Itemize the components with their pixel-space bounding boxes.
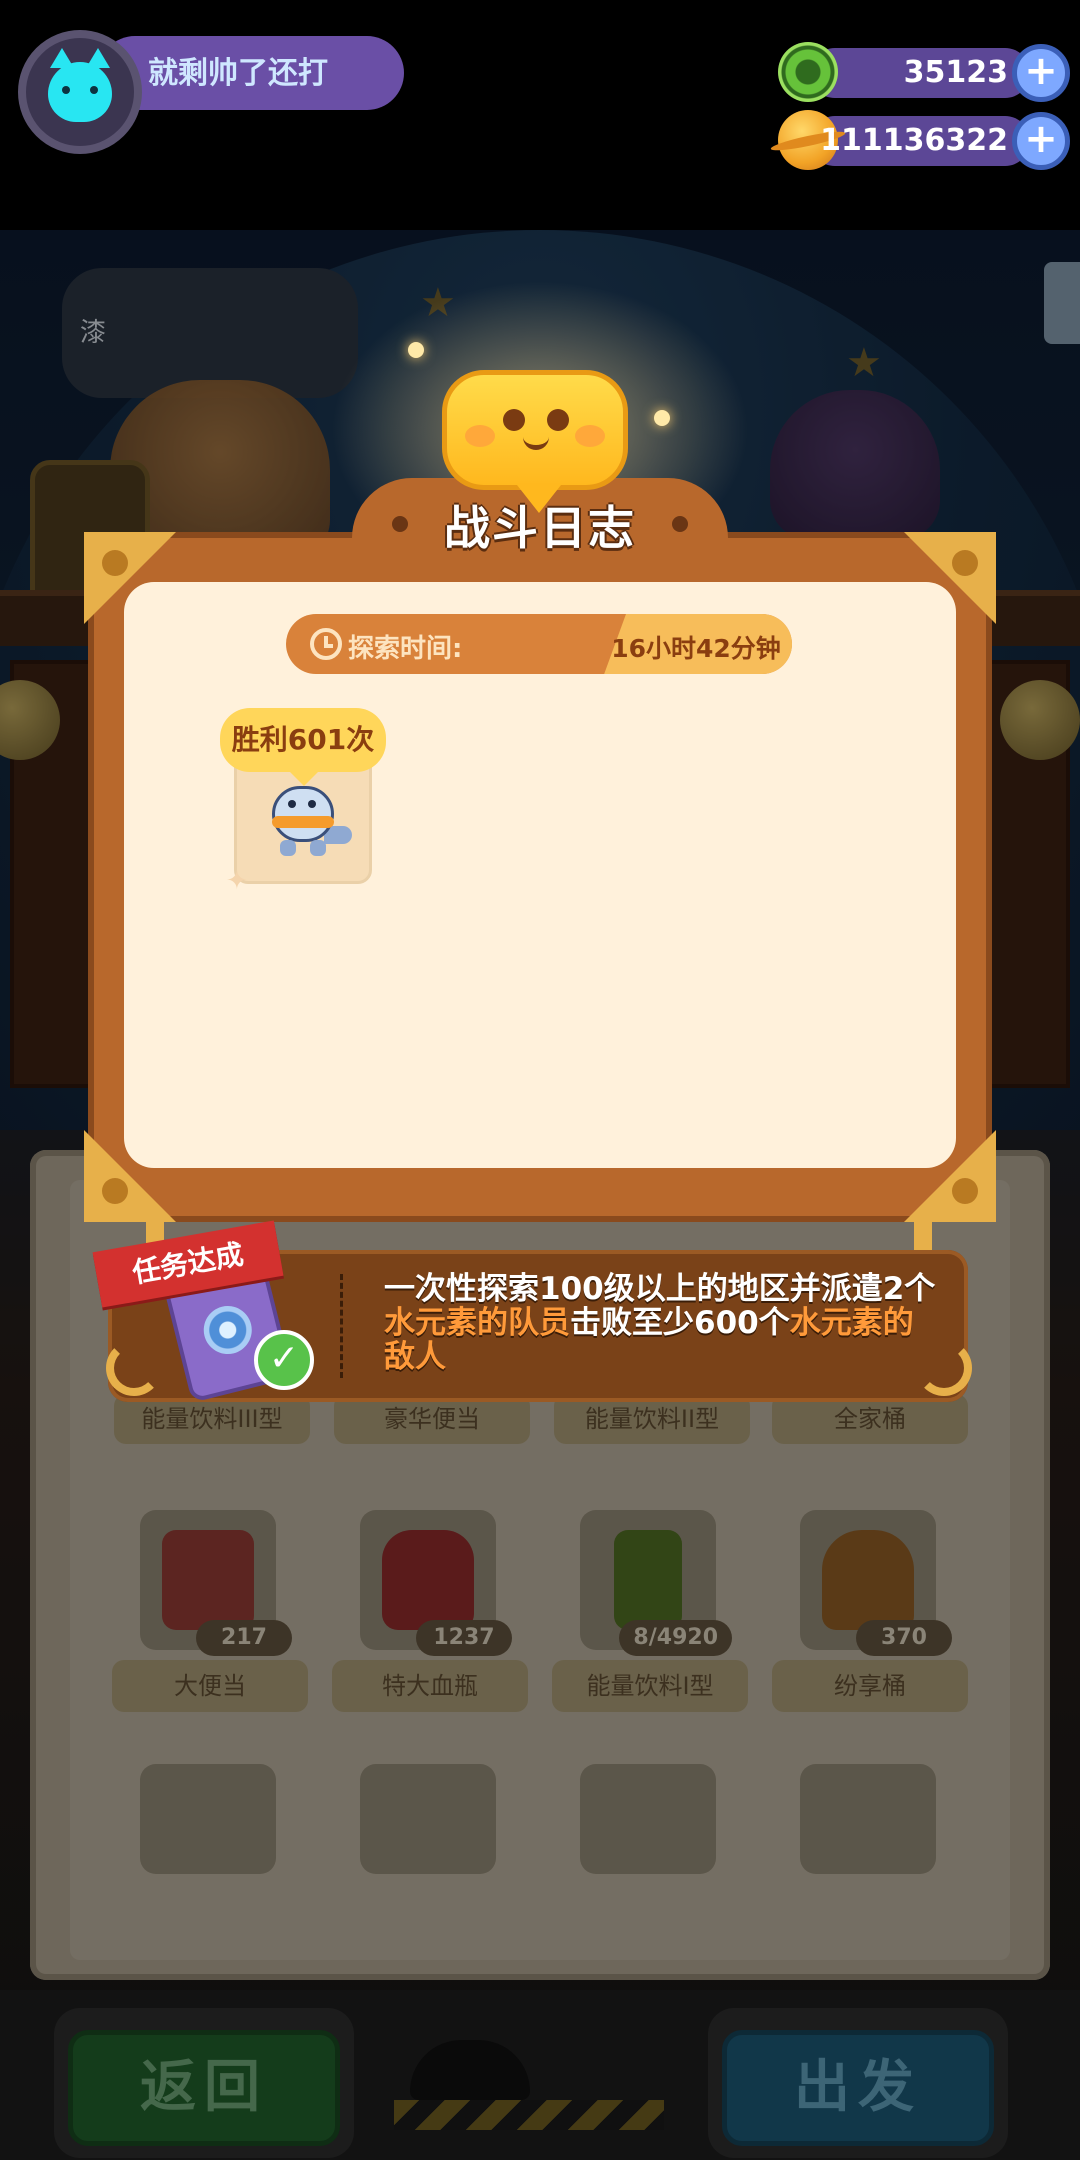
mission-text-part: 一次性探索100级以上的地区并派遣2个 [384,1271,936,1307]
currency-donut: 35123 + [770,42,1070,102]
clock-icon [310,628,342,660]
mission-text-highlight: 水元素的队员 [384,1305,570,1341]
blue-dinosaur-icon [262,776,352,862]
plus-icon[interactable]: + [1012,112,1070,170]
cat-face [48,48,112,122]
player-name: 就剩帅了还打 [148,56,328,91]
mission-description: 一次性探索100级以上的地区并派遣2个水元素的队员击败至少600个水元素的敌人 [384,1272,944,1374]
explore-time-value: 16小时42分钟 [611,634,781,663]
sparkle-icon [408,342,424,358]
plus-icon[interactable]: + [1012,44,1070,102]
water-gem-icon [198,1300,257,1360]
game-screen: ★ ★ 漆 能量饮料III型 豪华便当 能量饮料II型 全家桶 217 大便当 … [0,0,1080,2160]
smiling-chat-bubble-icon [442,370,628,513]
emblem-eye [547,409,569,431]
currency-value: 35123 [903,55,1008,90]
check-icon: ✓ [254,1330,314,1390]
explore-time-label: 探索时间: [348,634,463,664]
emblem-mouth [523,431,549,450]
cat-eyes [62,86,98,96]
explore-time-bar: 探索时间: 16小时42分钟 [286,614,792,674]
mission-divider [340,1274,343,1378]
emblem-cheek [575,425,605,447]
dialog-title: 战斗日志 [444,501,636,555]
mission-text-part: 击败至少600个 [570,1305,790,1341]
player-profile[interactable]: 就剩帅了还打 [18,30,404,154]
currency-value: 111136322 [820,123,1008,158]
currency-planet: 111136322 + [770,110,1070,170]
emblem-eye [503,409,525,431]
sparkle-icon: ✦ [226,866,248,896]
sparkle-icon [654,410,670,426]
emblem-cheek [465,425,495,447]
victory-count-badge: 胜利601次 [220,708,386,786]
cyan-cat-avatar-icon[interactable] [18,30,142,154]
green-donut-coin-icon [778,42,838,102]
mission-corner-ornament [106,1340,162,1396]
